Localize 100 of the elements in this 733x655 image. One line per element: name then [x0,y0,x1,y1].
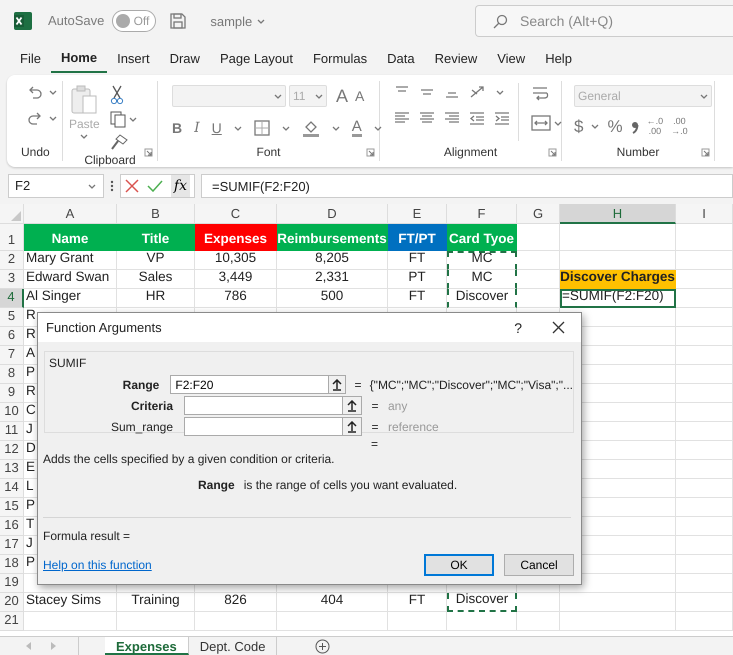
name-box[interactable]: F2 [8,174,104,198]
caret-icon[interactable] [332,124,340,132]
sheet-cell[interactable]: PT [388,270,447,289]
column-header[interactable]: I [676,204,733,224]
undo-button[interactable] [27,85,43,99]
grid-cell[interactable] [517,612,560,631]
sheet-cell[interactable]: 826 [195,593,277,612]
dialog-launcher-icon[interactable] [144,148,153,157]
column-header[interactable]: C [195,204,277,224]
grid-cell[interactable] [676,308,733,327]
menu-tab[interactable]: File [10,44,51,72]
row-header[interactable]: 16 [0,517,24,536]
row-header[interactable]: 1 [0,224,24,251]
help-link[interactable]: Help on this function [43,556,152,574]
grid-cell[interactable] [676,346,733,365]
align-center-icon[interactable] [419,111,435,125]
search-field[interactable]: Search (Alt+Q) [475,5,733,37]
row-header[interactable]: 12 [0,441,24,460]
menu-tab[interactable]: Help [535,44,582,72]
row-header[interactable]: 2 [0,251,24,270]
menu-tab[interactable]: Review [424,44,488,72]
grid-cell[interactable] [676,517,733,536]
grid-cell[interactable] [676,384,733,403]
grid-cell[interactable] [676,251,733,270]
grid-cell[interactable] [560,593,676,612]
grid-cell[interactable] [676,270,733,289]
sheet-cell[interactable]: HR [117,289,195,308]
sheet-cell[interactable]: FT/PT [388,224,447,251]
caret-icon[interactable] [554,120,562,126]
sheet-cell[interactable]: Stacey Sims [24,593,117,612]
row-header[interactable]: 8 [0,365,24,384]
align-left-icon[interactable] [394,111,410,125]
align-right-icon[interactable] [444,111,460,125]
sheet-cell[interactable]: Discover [447,289,517,308]
cancel-icon[interactable] [124,179,139,193]
sheet-tab[interactable]: Expenses [105,637,189,655]
sheet-cell[interactable]: Mary Grant [24,251,117,270]
column-header[interactable]: B [117,204,195,224]
menu-tab[interactable]: Insert [107,44,160,72]
column-header[interactable]: A [24,204,117,224]
cut-icon[interactable] [110,85,124,105]
grid-cell[interactable] [517,289,560,308]
borders-icon[interactable] [254,120,270,136]
grid-cell[interactable] [388,612,447,631]
sheet-cell[interactable]: Discover Charges [560,270,676,289]
grid-cell[interactable] [560,224,676,251]
sheet-cell[interactable]: =SUMIF(F2:F20) [560,289,676,308]
grid-cell[interactable] [676,574,733,593]
save-icon[interactable] [170,13,186,29]
argument-field[interactable] [184,417,342,436]
menu-tab[interactable]: Data [377,44,425,72]
grid-cell[interactable] [24,612,117,631]
menu-tab[interactable]: View [487,44,536,72]
wrap-text-icon[interactable] [531,85,549,103]
row-header[interactable]: 4 [0,289,24,308]
menu-tab[interactable]: Home [50,44,108,72]
column-header[interactable]: D [277,204,388,224]
grid-cell[interactable] [560,612,676,631]
grid-cell[interactable] [676,289,733,308]
grid-cell[interactable] [676,327,733,346]
row-header[interactable]: 15 [0,498,24,517]
grid-cell[interactable] [195,612,277,631]
bold-button[interactable]: B [172,121,182,135]
formula-input[interactable]: =SUMIF(F2:F20) [201,174,733,198]
sheet-cell[interactable]: Sales [117,270,195,289]
row-header[interactable]: 3 [0,270,24,289]
sheet-tab[interactable]: Dept. Code [188,637,278,655]
grid-cell[interactable] [676,555,733,574]
comma-style-icon[interactable] [630,120,639,134]
sheet-cell[interactable]: Edward Swan [24,270,117,289]
sheet-cell[interactable]: VP [117,251,195,270]
dialog-launcher-icon[interactable] [701,148,710,157]
row-header[interactable]: 7 [0,346,24,365]
row-header[interactable]: 21 [0,612,24,631]
sheet-cell[interactable]: 500 [277,289,388,308]
grid-cell[interactable] [676,422,733,441]
row-header[interactable]: 17 [0,536,24,555]
caret-icon[interactable] [128,116,137,123]
column-header[interactable]: G [517,204,560,224]
sheet-cell[interactable]: MC [447,251,517,270]
sheet-cell[interactable]: MC [447,270,517,289]
menu-tab[interactable]: Draw [160,44,210,72]
grid-cell[interactable] [676,593,733,612]
grid-cell[interactable] [676,365,733,384]
sheet-cell[interactable]: FT [388,593,447,612]
row-header[interactable]: 20 [0,593,24,612]
grid-cell[interactable] [517,224,560,251]
column-header[interactable]: F [447,204,517,224]
underline-button[interactable]: U [212,121,222,135]
collapse-dialog-button[interactable] [342,396,362,415]
add-sheet-icon[interactable] [315,639,330,654]
file-name-button[interactable]: sample [210,14,266,28]
caret-icon[interactable] [591,123,600,130]
sheet-cell[interactable]: FT [388,289,447,308]
increase-indent-icon[interactable] [494,111,510,125]
currency-button[interactable]: $ [574,118,584,135]
grid-cell[interactable] [676,403,733,422]
help-button[interactable]: ? [514,320,522,334]
caret-icon[interactable] [234,124,242,132]
argument-field[interactable]: F2:F20 [170,375,328,394]
